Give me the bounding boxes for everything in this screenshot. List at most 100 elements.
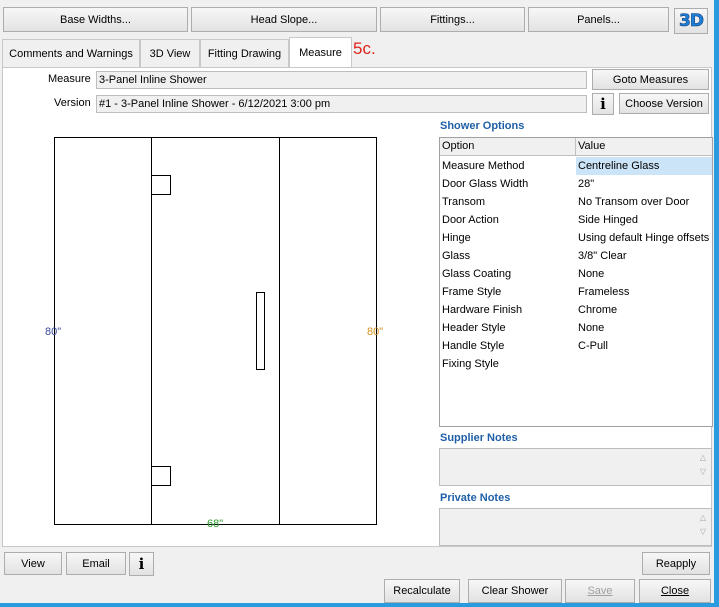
table-row[interactable]: Door Action Side Hinged: [440, 211, 712, 229]
action-bar: View Email i Reapply: [2, 547, 712, 577]
table-row[interactable]: Hardware Finish Chrome: [440, 301, 712, 319]
tab-label: Measure: [299, 47, 342, 59]
value-cell[interactable]: None: [576, 319, 712, 337]
measure-window: Base Widths... Head Slope... Fittings...…: [0, 0, 714, 603]
private-notes-field[interactable]: △ ▽: [439, 508, 712, 546]
info-icon: i: [600, 95, 606, 113]
table-row[interactable]: Glass Coating None: [440, 265, 712, 283]
bottom-hinge: [151, 466, 171, 486]
option-cell: Transom: [442, 196, 485, 208]
bottom-dimension: 68": [207, 518, 223, 530]
table-row[interactable]: Transom No Transom over Door: [440, 193, 712, 211]
option-cell: Door Glass Width: [442, 178, 529, 190]
private-notes-title: Private Notes: [440, 492, 511, 504]
choose-version-button[interactable]: Choose Version: [619, 93, 709, 114]
step-annotation: 5c.: [353, 39, 376, 58]
goto-measures-button[interactable]: Goto Measures: [592, 69, 709, 90]
value-cell[interactable]: 28": [576, 175, 712, 193]
info-button[interactable]: i: [129, 552, 154, 576]
value-cell[interactable]: [576, 355, 712, 373]
notes-scroll-arrows-icon[interactable]: △ ▽: [698, 451, 708, 483]
reapply-label: Reapply: [655, 557, 697, 570]
cube-3d-icon: 3D: [679, 11, 705, 32]
tab-label: Comments and Warnings: [9, 47, 133, 60]
save-button[interactable]: Save: [565, 579, 635, 603]
tab-fitting-drawing[interactable]: Fitting Drawing: [200, 39, 289, 67]
option-cell: Frame Style: [442, 286, 502, 298]
option-cell: Door Action: [442, 214, 499, 226]
shower-options-title: Shower Options: [440, 120, 525, 132]
tab-comments-and-warnings[interactable]: Comments and Warnings: [2, 39, 140, 67]
table-row[interactable]: Door Glass Width 28": [440, 175, 712, 193]
fittings-button[interactable]: Fittings...: [380, 7, 525, 32]
dialog-footer: Recalculate Clear Shower Save Close: [0, 578, 714, 603]
supplier-notes-field[interactable]: △ ▽: [439, 448, 712, 486]
value-cell[interactable]: C-Pull: [576, 337, 712, 355]
door-handle: [256, 292, 265, 370]
table-row[interactable]: Handle Style C-Pull: [440, 337, 712, 355]
measure-label: Measure: [48, 73, 91, 85]
value-cell[interactable]: Centreline Glass: [576, 157, 712, 175]
email-button[interactable]: Email: [66, 552, 126, 575]
choose-version-label: Choose Version: [625, 97, 703, 110]
table-row[interactable]: Glass 3/8" Clear: [440, 247, 712, 265]
clear-shower-button[interactable]: Clear Shower: [468, 579, 562, 603]
table-row[interactable]: Measure Method Centreline Glass: [440, 157, 712, 175]
tab-measure[interactable]: Measure: [289, 37, 352, 68]
info-icon: i: [138, 555, 145, 573]
base-widths-button[interactable]: Base Widths...: [3, 7, 188, 32]
panels-button[interactable]: Panels...: [528, 7, 669, 32]
notes-scroll-arrows-icon[interactable]: △ ▽: [698, 511, 708, 543]
supplier-notes-title: Supplier Notes: [440, 432, 518, 444]
table-row[interactable]: Fixing Style: [440, 355, 712, 373]
measure-panel: Measure 3-Panel Inline Shower Goto Measu…: [2, 67, 713, 547]
column-header-option[interactable]: Option: [440, 138, 576, 156]
value-cell[interactable]: Side Hinged: [576, 211, 712, 229]
reapply-button[interactable]: Reapply: [642, 552, 710, 575]
recalculate-button[interactable]: Recalculate: [384, 579, 460, 603]
view-button[interactable]: View: [4, 552, 62, 575]
table-row[interactable]: Hinge Using default Hinge offsets: [440, 229, 712, 247]
value-cell[interactable]: No Transom over Door: [576, 193, 712, 211]
option-cell: Hinge: [442, 232, 471, 244]
tab-label: Fitting Drawing: [207, 47, 282, 60]
close-label: Close: [660, 585, 690, 597]
top-hinge: [151, 175, 171, 195]
option-cell: Glass: [442, 250, 471, 262]
option-cell: Hardware Finish: [442, 304, 523, 316]
head-slope-button[interactable]: Head Slope...: [191, 7, 377, 32]
option-cell: Header Style: [442, 322, 506, 334]
grid-header: Option Value: [440, 138, 712, 156]
option-cell: Fixing Style: [442, 358, 499, 370]
tab-3d-view[interactable]: 3D View: [140, 39, 200, 67]
base-widths-label: Base Widths...: [60, 13, 131, 26]
measure-field[interactable]: 3-Panel Inline Shower: [96, 71, 587, 89]
column-header-value[interactable]: Value: [576, 138, 712, 156]
left-dimension: 80": [45, 326, 61, 338]
value-cell[interactable]: None: [576, 265, 712, 283]
value-cell[interactable]: Chrome: [576, 301, 712, 319]
email-label: Email: [82, 557, 110, 570]
shower-options-grid[interactable]: Option Value Measure Method Centreline Gl…: [439, 137, 713, 427]
table-row[interactable]: Frame Style Frameless: [440, 283, 712, 301]
save-label: Save: [587, 585, 613, 597]
view-3d-button[interactable]: 3D: [674, 8, 708, 34]
close-button[interactable]: Close: [639, 579, 711, 603]
value-cell[interactable]: 3/8" Clear: [576, 247, 712, 265]
version-field[interactable]: #1 - 3-Panel Inline Shower - 6/12/2021 3…: [96, 95, 587, 113]
shower-drawing: 80" 80" 68": [45, 137, 383, 530]
value-cell[interactable]: Frameless: [576, 283, 712, 301]
goto-measures-label: Goto Measures: [612, 73, 689, 86]
tab-label: 3D View: [149, 47, 191, 60]
option-cell: Measure Method: [442, 160, 525, 172]
clear-shower-label: Clear Shower: [481, 585, 549, 597]
table-row[interactable]: Header Style None: [440, 319, 712, 337]
value-cell[interactable]: Using default Hinge offsets: [576, 229, 712, 247]
head-slope-label: Head Slope...: [250, 13, 318, 26]
right-dimension: 80": [367, 326, 383, 338]
recalculate-label: Recalculate: [393, 585, 451, 597]
shower-outline: [54, 137, 377, 525]
panels-label: Panels...: [577, 13, 620, 26]
version-label: Version: [54, 97, 91, 109]
version-info-button[interactable]: i: [592, 93, 614, 115]
